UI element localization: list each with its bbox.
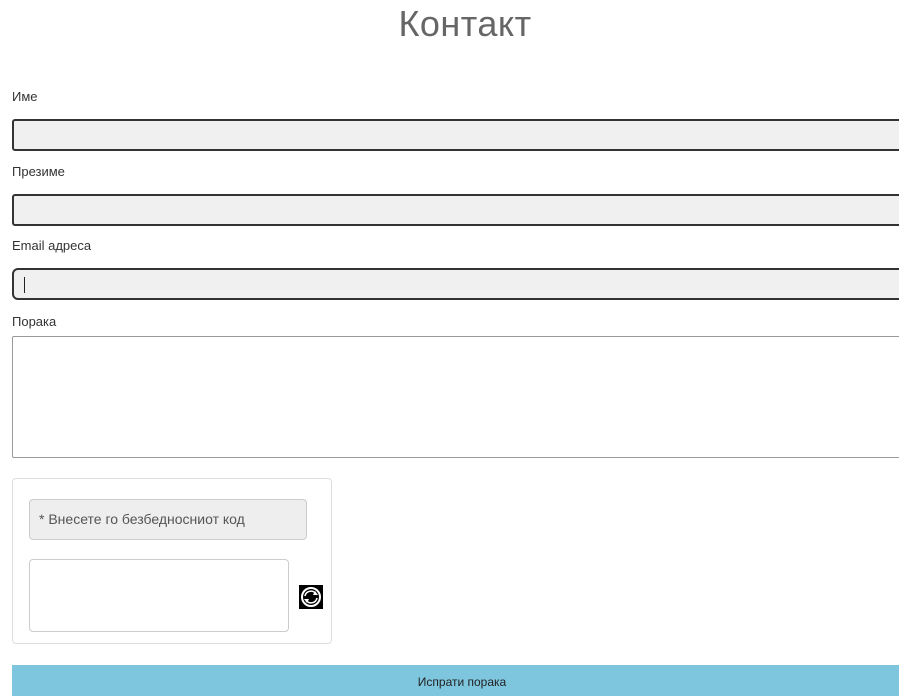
refresh-icon[interactable] xyxy=(299,585,323,609)
captcha-prompt: * Внесете го безбедносниот код xyxy=(29,499,307,540)
message-label: Порака xyxy=(12,314,57,329)
contact-page: Контакт Име Презиме Email адреса Порака … xyxy=(0,0,899,696)
page-title: Контакт xyxy=(398,3,532,44)
captcha-panel: * Внесете го безбедносниот код xyxy=(12,478,332,644)
last-name-input[interactable] xyxy=(12,194,899,226)
captcha-input[interactable] xyxy=(29,559,289,632)
first-name-input[interactable] xyxy=(12,119,899,151)
email-input[interactable] xyxy=(12,268,899,300)
message-textarea[interactable] xyxy=(12,336,899,458)
last-name-label: Презиме xyxy=(12,164,65,179)
email-label: Email адреса xyxy=(12,238,92,253)
text-caret xyxy=(24,277,25,293)
first-name-label: Име xyxy=(12,89,38,104)
send-message-button[interactable]: Испрати порака xyxy=(12,665,899,696)
